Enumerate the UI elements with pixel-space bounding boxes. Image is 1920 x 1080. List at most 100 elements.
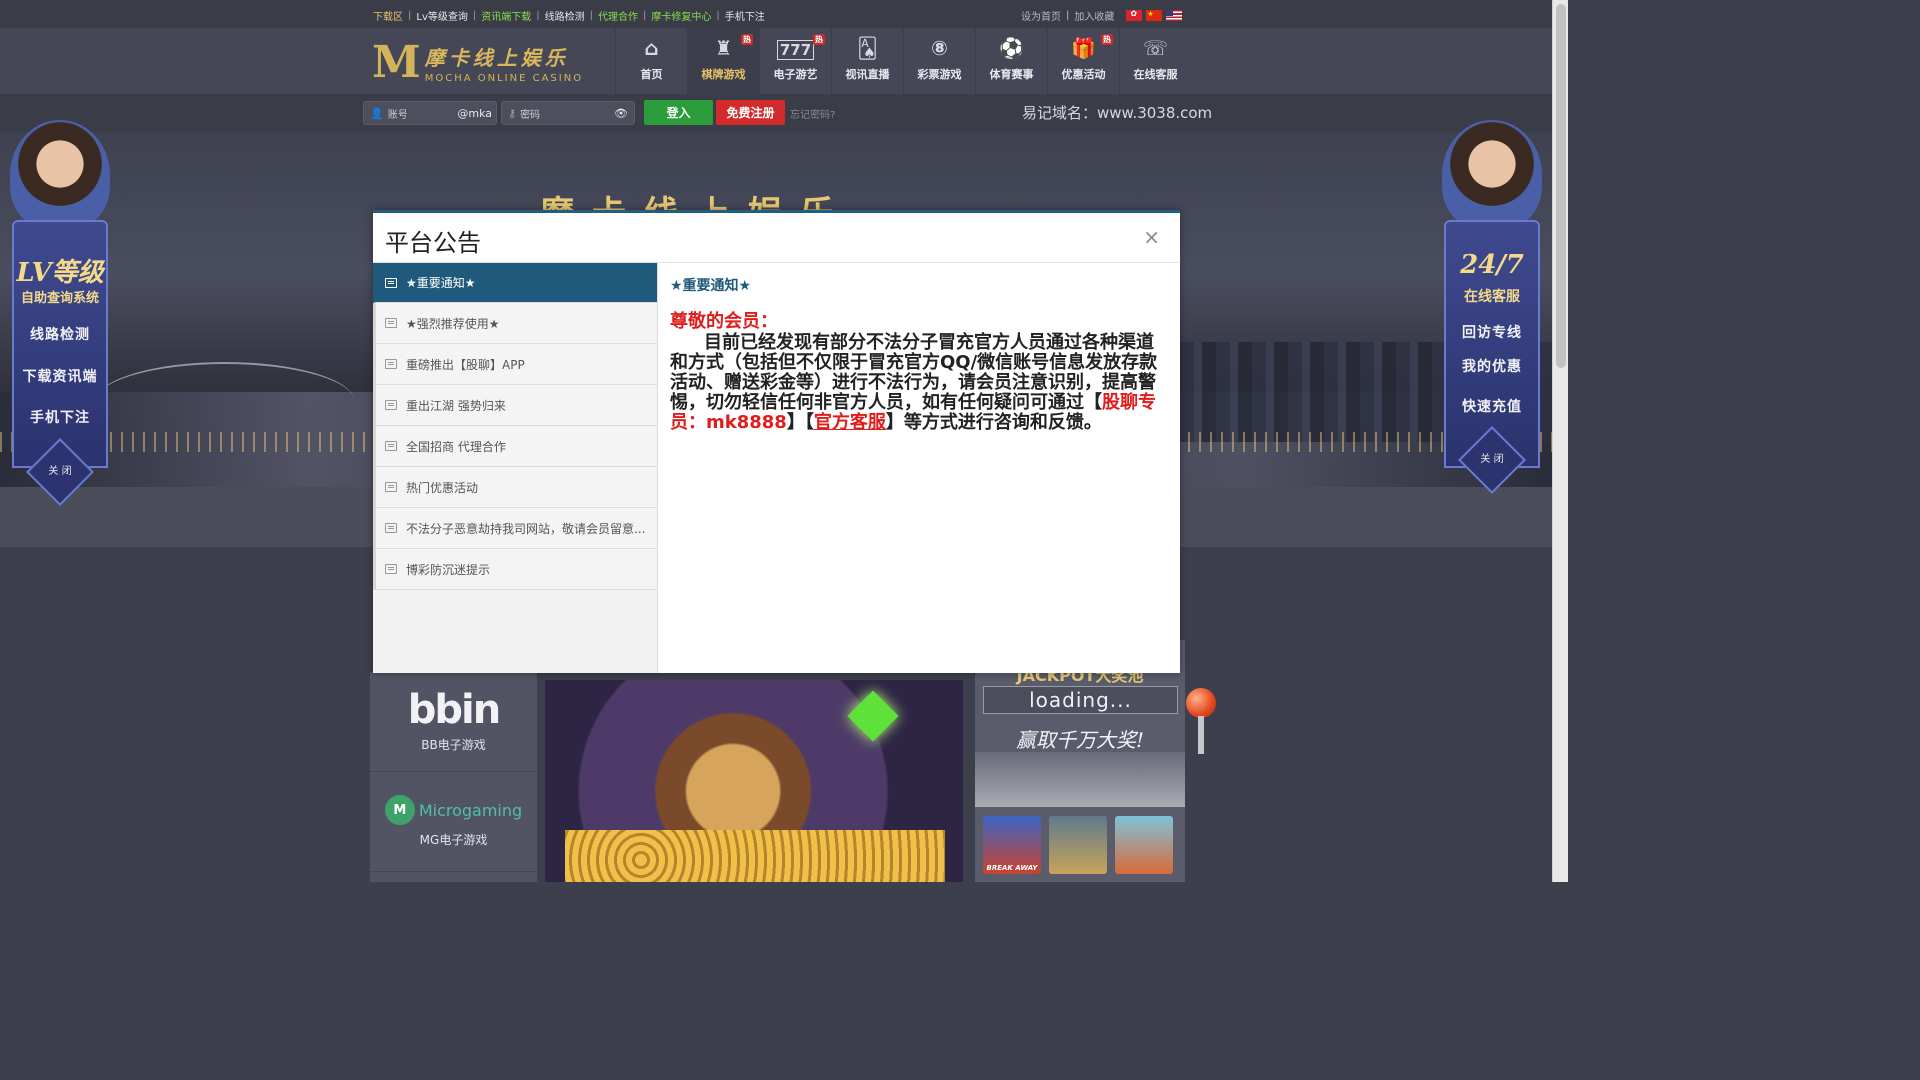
cards-icon: 🂡	[857, 36, 878, 60]
online-support-link[interactable]: 在线客服	[1432, 286, 1552, 306]
chess-icon: ♜	[714, 36, 733, 60]
left-download-app[interactable]: 下载资讯端	[0, 366, 120, 386]
notice-label: 全国招商 代理合作	[406, 439, 506, 454]
notice-item[interactable]: 重出江湖 强势归来	[373, 385, 657, 426]
gem-icon	[847, 690, 899, 742]
featured-game-artwork[interactable]	[545, 680, 963, 882]
notice-greeting: 尊敬的会员：	[670, 311, 778, 332]
lv-subtitle[interactable]: 自助查询系统	[0, 287, 120, 306]
notice-item[interactable]: 热门优惠活动	[373, 467, 657, 508]
bookmark-link[interactable]: 加入收藏	[1074, 8, 1114, 23]
left-line-check[interactable]: 线路检测	[0, 324, 120, 344]
forgot-password-link[interactable]: 忘记密码?	[790, 106, 835, 121]
banner-bridge	[95, 362, 355, 442]
provider-bbin[interactable]: bbin BB电子游戏	[370, 672, 537, 772]
notice-list: ★重要通知★ ★强烈推荐使用★ 重磅推出【股聊】APP 重出江湖 强势归来 全国…	[373, 263, 658, 673]
right-float-close[interactable]: 关 闭	[1432, 450, 1552, 465]
message-icon	[385, 523, 397, 533]
notice-item[interactable]: 重磅推出【股聊】APP	[373, 344, 657, 385]
game-thumb-break-away[interactable]: BREAK AWAY	[983, 816, 1041, 874]
hot-badge: 热	[813, 34, 825, 45]
lv-headline: LV等级	[16, 258, 104, 288]
jackpot-slogan: 赢取千万大奖!	[1015, 728, 1145, 752]
nav-label: 体育赛事	[989, 68, 1034, 81]
jackpot-panel: JACKPOT大奖池 loading... 赢取千万大奖! BREAK AWAY	[975, 640, 1185, 882]
nav-chess-games[interactable]: 热 ♜ 棋牌游戏	[687, 28, 759, 94]
nav-lottery[interactable]: ⑧ 彩票游戏	[903, 28, 975, 94]
game-thumb-robber[interactable]	[1049, 816, 1107, 874]
top-links: 下载区 | Lv等级查询 | 资讯端下载 | 线路检测 | 代理合作 | 摩卡修…	[373, 8, 765, 23]
top-link-line-check[interactable]: 线路检测	[545, 8, 585, 23]
left-mobile-bet[interactable]: 手机下注	[0, 407, 120, 427]
top-link-download[interactable]: 下载区	[373, 8, 403, 23]
official-support-link[interactable]: 官方客服	[814, 412, 886, 433]
nav-sports[interactable]: ⚽ 体育赛事	[975, 28, 1047, 94]
notice-text: 目前已经发现有部分不法分子冒充官方人员通过各种渠道和方式（包括但不仅限于冒充官方…	[670, 332, 1158, 413]
game-thumb-fish[interactable]	[1115, 816, 1173, 874]
login-button[interactable]: 登入	[644, 100, 713, 125]
divider: |	[408, 10, 412, 21]
nav-live-casino[interactable]: 🂡 视讯直播	[831, 28, 903, 94]
cn-flag-icon[interactable]	[1146, 10, 1163, 21]
right-my-offers[interactable]: 我的优惠	[1432, 356, 1552, 376]
left-float-close[interactable]: 关 闭	[0, 462, 120, 477]
money-pile	[975, 752, 1185, 807]
language-flags	[1126, 9, 1183, 21]
divider: |	[1066, 10, 1070, 21]
top-link-app-download[interactable]: 资讯端下载	[481, 8, 531, 23]
register-button[interactable]: 免费注册	[716, 100, 785, 125]
message-icon	[385, 318, 397, 328]
nav-support[interactable]: ☏ 在线客服	[1119, 28, 1191, 94]
logo[interactable]: M 摩卡线上娱乐 MOCHA ONLINE CASINO	[372, 41, 584, 85]
scrollbar-thumb[interactable]	[1556, 4, 1566, 368]
divider: |	[643, 10, 647, 21]
notice-text: 】等方式进行咨询和反馈。	[885, 412, 1102, 433]
user-icon: 👤	[370, 106, 384, 120]
provider-label: MG电子游戏	[419, 833, 488, 847]
top-right: 设为首页 | 加入收藏	[1021, 8, 1183, 23]
account-placeholder: 账号	[387, 109, 408, 121]
us-flag-icon[interactable]	[1166, 10, 1183, 21]
notice-item[interactable]: 全国招商 代理合作	[373, 426, 657, 467]
nav-home[interactable]: ⌂ 首页	[615, 28, 687, 94]
modal-title: 平台公告	[385, 229, 481, 257]
notice-label: 不法分子恶意劫持我司网站，敬请会员留意...	[406, 521, 646, 536]
right-quick-deposit[interactable]: 快速充值	[1432, 396, 1552, 416]
jackpot-lever[interactable]	[1186, 688, 1216, 754]
message-icon	[385, 359, 397, 369]
notice-item[interactable]: ★强烈推荐使用★	[373, 303, 657, 344]
hostess-portrait	[1442, 120, 1542, 230]
game-thumbs: BREAK AWAY	[983, 816, 1173, 874]
bbin-logo: bbin	[407, 687, 501, 733]
lever-ball	[1186, 688, 1216, 718]
notice-item[interactable]: ★重要通知★	[373, 263, 657, 303]
message-icon	[385, 400, 397, 410]
nav-label: 在线客服	[1133, 68, 1178, 81]
slot-777-icon: 777	[776, 40, 815, 60]
top-link-repair[interactable]: 摩卡修复中心	[651, 8, 711, 23]
logo-en: MOCHA ONLINE CASINO	[424, 73, 584, 84]
notice-item[interactable]: 不法分子恶意劫持我司网站，敬请会员留意...	[373, 508, 657, 549]
notice-label: 博彩防沉迷提示	[406, 562, 491, 577]
set-home-link[interactable]: 设为首页	[1021, 8, 1061, 23]
nav-promotions[interactable]: 热 🎁 优惠活动	[1047, 28, 1119, 94]
nav-label: 首页	[640, 68, 663, 81]
top-link-mobile[interactable]: 手机下注	[725, 8, 765, 23]
top-bar: 下载区 | Lv等级查询 | 资讯端下载 | 线路检测 | 代理合作 | 摩卡修…	[0, 0, 1552, 28]
page-scrollbar[interactable]	[1552, 0, 1568, 882]
provider-mg[interactable]: M Microgaming MG电子游戏	[370, 772, 537, 872]
right-callback[interactable]: 回访专线	[1432, 322, 1552, 342]
key-icon: ⚷	[508, 106, 517, 120]
password-input[interactable]: ⚷ 密码 👁	[501, 101, 635, 125]
notice-content: ★重要通知★ 尊敬的会员： 目前已经发现有部分不法分子冒充官方人员通过各种渠道和…	[670, 275, 1162, 433]
nav-slots[interactable]: 热 777 电子游艺	[759, 28, 831, 94]
eye-icon[interactable]: 👁	[614, 107, 628, 120]
account-input[interactable]: 👤 账号 @mka	[363, 101, 497, 125]
logo-cn: 摩卡线上娱乐	[424, 46, 569, 70]
top-link-agent[interactable]: 代理合作	[598, 8, 638, 23]
nav-label: 棋牌游戏	[701, 68, 746, 81]
notice-item[interactable]: 博彩防沉迷提示	[373, 549, 657, 590]
top-link-lv-query[interactable]: Lv等级查询	[416, 8, 468, 23]
hk-flag-icon[interactable]	[1126, 9, 1143, 21]
close-icon[interactable]: ×	[1143, 225, 1160, 249]
